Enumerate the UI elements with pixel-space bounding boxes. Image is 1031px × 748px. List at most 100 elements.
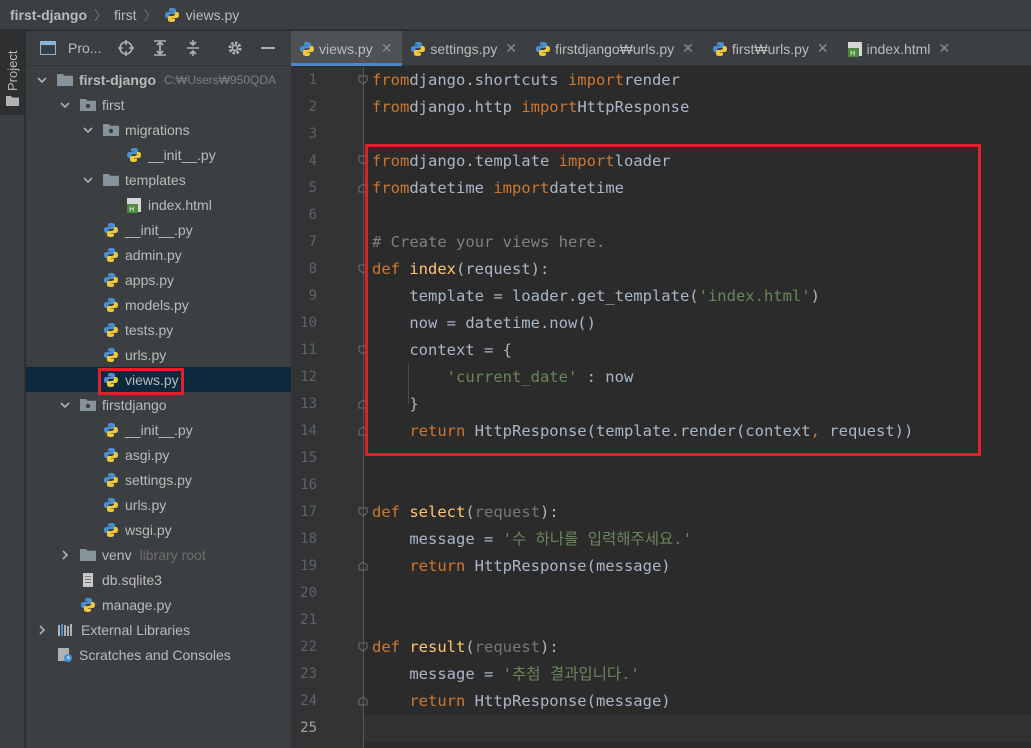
tree-item[interactable]: settings.py [26,467,291,492]
editor-gutter: 1 2 3 4 5 6 7 8 9 10 11 12 13 14 15 16 17 18 19 20 21 22 23 24 2… [291,67,363,748]
code-line: fromdjango.shortcuts importrender [372,67,680,94]
python-file-icon [410,41,426,57]
code-token: message = [372,530,503,548]
close-icon[interactable]: ✕ [682,40,694,57]
editor-tab-label: settings.py [430,40,498,57]
tree-item[interactable]: models.py [26,292,291,317]
tree-item-hint: library root [139,546,206,563]
line-number: 1 [308,72,317,88]
fold-marker-icon[interactable] [358,75,368,85]
breadcrumb-project[interactable]: first-django [10,7,87,23]
editor-tab[interactable]: settings.py ✕ [402,31,527,66]
tree-item[interactable]: tests.py [26,317,291,342]
tree-item[interactable]: wsgi.py [26,517,291,542]
breadcrumb-file[interactable]: views.py [186,7,240,23]
python-file-icon [712,41,728,57]
tree-item-label: migrations [125,121,190,138]
tree-item[interactable]: apps.py [26,267,291,292]
editor-tab[interactable]: first₩urls.py ✕ [704,31,839,66]
editor-tabs: views.py ✕ settings.py ✕ firstdjango₩urls.py… [291,31,1031,66]
code-token: django.http [409,98,522,116]
fold-marker-icon[interactable] [358,696,368,706]
locate-icon[interactable] [115,37,137,59]
folder-icon [103,172,119,188]
tree-item[interactable]: venv library root [26,542,291,567]
collapse-all-icon[interactable] [182,37,204,59]
tree-item-label: __init__.py [148,146,216,163]
tree-item-hint: C:₩Users₩950QDA [164,72,277,87]
chevron-down-icon[interactable] [82,124,94,136]
editor-tab[interactable]: Hindex.html ✕ [839,31,961,66]
line-number: 10 [300,315,317,331]
tree-item[interactable]: Scratches and Consoles [26,642,291,667]
line-number: 23 [300,666,317,682]
breadcrumb-folder[interactable]: first [114,7,137,23]
gear-icon[interactable] [224,37,246,59]
code-line: return HttpResponse(message) [372,688,670,715]
tree-item-label: apps.py [125,271,175,288]
tree-item[interactable]: manage.py [26,592,291,617]
tree-item[interactable]: migrations [26,117,291,142]
fold-marker-icon[interactable] [358,561,368,571]
code-token: import [521,98,578,116]
editor-tab-label: views.py [319,40,373,57]
tree-item-label: index.html [148,196,212,213]
code-token: django.shortcuts [409,71,568,89]
tree-item-label: External Libraries [81,621,190,638]
tree-item[interactable]: urls.py [26,342,291,367]
tree-item[interactable]: urls.py [26,492,291,517]
line-number: 11 [300,342,317,358]
tree-item-label: urls.py [125,496,167,513]
tree-item[interactable]: views.py [26,367,291,395]
chevron-right-icon[interactable] [59,549,71,561]
code-line: message = '수 하나를 입력해주세요.' [372,526,692,553]
code-highlight-annotation [365,144,981,456]
chevron-down-icon[interactable] [36,74,48,86]
tree-item[interactable]: __init__.py [26,142,291,167]
selection-highlight-annotation [98,368,184,395]
close-icon[interactable]: ✕ [817,40,829,57]
tree-item[interactable]: first-django C:₩Users₩950QDA [26,67,291,92]
chevron-down-icon[interactable] [59,399,71,411]
tree-item[interactable]: first [26,92,291,117]
editor-tab[interactable]: firstdjango₩urls.py ✕ [527,31,704,66]
project-tool-tab[interactable]: Project [0,31,25,115]
chevron-down-icon[interactable] [82,174,94,186]
tree-item[interactable]: templates [26,167,291,192]
line-number: 21 [300,612,317,628]
tree-item[interactable]: __init__.py [26,217,291,242]
tree-item[interactable]: db.sqlite3 [26,567,291,592]
tree-item-label: wsgi.py [125,521,172,538]
tree-item-label: tests.py [125,321,174,338]
editor-tab[interactable]: views.py ✕ [291,31,403,66]
python-file-icon [103,447,119,463]
fold-marker-icon[interactable] [358,642,368,652]
tree-item-label: admin.py [125,246,182,263]
tree-item[interactable]: __init__.py [26,417,291,442]
fold-marker-icon[interactable] [358,507,368,517]
chevron-right-icon[interactable] [36,624,48,636]
tree-item[interactable]: firstdjango [26,392,291,417]
scratches-icon [57,647,73,663]
expand-all-icon[interactable] [149,37,171,59]
close-icon[interactable]: ✕ [505,40,517,57]
line-number: 17 [300,504,317,520]
python-file-icon [103,347,119,363]
close-icon[interactable]: ✕ [938,40,950,57]
line-number: 19 [300,558,317,574]
code-line: return HttpResponse(message) [372,553,670,580]
tree-item[interactable]: External Libraries [26,617,291,642]
tree-item-label: first-django [79,71,156,88]
line-number: 6 [308,207,317,223]
tree-item-label: templates [125,171,186,188]
tree-item[interactable]: asgi.py [26,442,291,467]
close-icon[interactable]: ✕ [381,40,393,57]
tree-item[interactable]: admin.py [26,242,291,267]
line-number: 25 [300,720,317,736]
chevron-down-icon[interactable] [59,99,71,111]
python-file-icon [103,522,119,538]
minimize-icon[interactable] [257,37,279,59]
project-view-selector[interactable]: Pro... [68,40,101,56]
tree-item[interactable]: Hindex.html [26,192,291,217]
